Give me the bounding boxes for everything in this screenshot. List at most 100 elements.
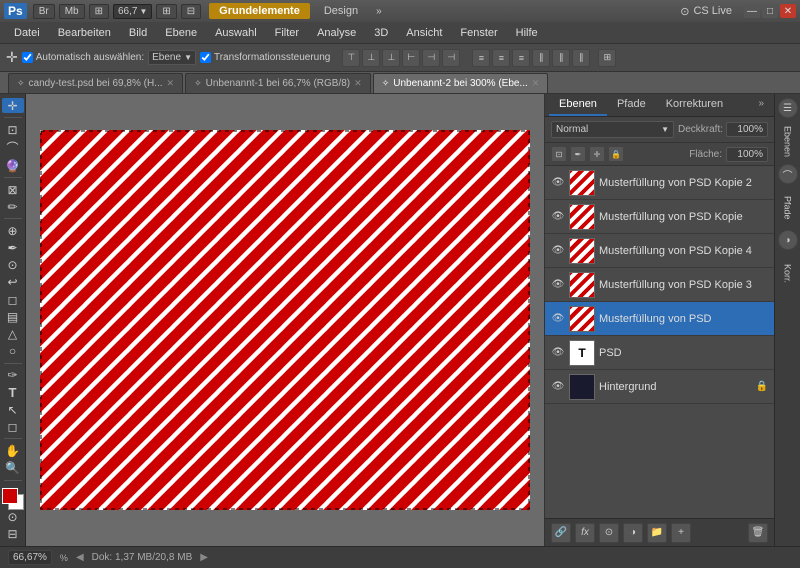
layer-item-0[interactable]: 👁 Musterfüllung von PSD Kopie 2 xyxy=(545,166,774,200)
quick-select-tool[interactable]: 🔮 xyxy=(2,158,24,173)
clone-tool[interactable]: ⊙ xyxy=(2,258,24,273)
dock-ebenen-btn[interactable]: Ebenen xyxy=(777,122,799,162)
menu-datei[interactable]: Datei xyxy=(6,25,48,41)
layer-item-4[interactable]: 👁 Musterfüllung von PSD xyxy=(545,302,774,336)
grundelemente-btn[interactable]: Grundelemente xyxy=(209,3,310,19)
menu-bild[interactable]: Bild xyxy=(121,25,155,41)
align-vcenter-icon[interactable]: ⊥ xyxy=(362,49,380,67)
tab-0[interactable]: ✧ candy-test.psd bei 69,8% (H... ✕ xyxy=(8,73,183,93)
group-btn[interactable]: 📁 xyxy=(647,523,667,543)
icon-box-2[interactable]: ⊞ xyxy=(156,4,176,19)
layer-4-eye[interactable]: 👁 xyxy=(551,312,565,326)
layer-2-eye[interactable]: 👁 xyxy=(551,244,565,258)
dock-pfade-btn[interactable]: Pfade xyxy=(777,188,799,228)
layer-item-1[interactable]: 👁 Musterfüllung von PSD Kopie xyxy=(545,200,774,234)
minimize-btn[interactable]: — xyxy=(744,4,760,18)
status-zoom-input[interactable]: 66,67% xyxy=(8,550,52,565)
dist-left-icon[interactable]: ∥ xyxy=(532,49,550,67)
blend-mode-dropdown[interactable]: Normal ▼ xyxy=(551,121,674,138)
tab-2-close[interactable]: ✕ xyxy=(532,78,540,89)
foreground-color[interactable] xyxy=(2,488,18,504)
link-layers-btn[interactable]: 🔗 xyxy=(551,523,571,543)
new-layer-btn[interactable]: + xyxy=(671,523,691,543)
path-select-tool[interactable]: ↖ xyxy=(2,402,24,417)
lock-transparent-icon[interactable]: ⊡ xyxy=(551,146,567,162)
icon-box-3[interactable]: ⊟ xyxy=(181,4,201,19)
fill-value[interactable]: 100% xyxy=(726,147,768,162)
menu-hilfe[interactable]: Hilfe xyxy=(508,25,546,41)
fx-btn[interactable]: fx xyxy=(575,523,595,543)
gradient-tool[interactable]: ▤ xyxy=(2,309,24,324)
crop-tool[interactable]: ⊠ xyxy=(2,182,24,197)
layer-6-eye[interactable]: 👁 xyxy=(551,380,565,394)
brush-tool[interactable]: ✒ xyxy=(2,240,24,255)
auto-select-dropdown[interactable]: Ebene ▼ xyxy=(148,50,196,65)
dodge-tool[interactable]: ○ xyxy=(2,344,24,359)
pen-tool[interactable]: ✑ xyxy=(2,368,24,383)
more-btn[interactable]: » xyxy=(372,4,386,19)
dist-vcenter-icon[interactable]: ≡ xyxy=(492,49,510,67)
shape-tool[interactable]: ◻ xyxy=(2,419,24,434)
marquee-tool[interactable]: ⊡ xyxy=(2,122,24,137)
align-right-icon[interactable]: ⊣ xyxy=(442,49,460,67)
menu-bearbeiten[interactable]: Bearbeiten xyxy=(50,25,119,41)
icon-box-1[interactable]: ⊞ xyxy=(89,4,109,19)
history-tool[interactable]: ↩ xyxy=(2,275,24,290)
move-tool[interactable]: ✛ xyxy=(2,98,24,113)
hand-tool[interactable]: ✋ xyxy=(2,443,24,458)
menu-ansicht[interactable]: Ansicht xyxy=(398,25,450,41)
align-hcenter-icon[interactable]: ⊣ xyxy=(422,49,440,67)
dist-bottom-icon[interactable]: ≡ xyxy=(512,49,530,67)
layer-item-6[interactable]: 👁 Hintergrund 🔒 xyxy=(545,370,774,404)
lasso-tool[interactable]: ⌒ xyxy=(2,139,24,156)
align-bottom-icon[interactable]: ⊥ xyxy=(382,49,400,67)
menu-filter[interactable]: Filter xyxy=(267,25,307,41)
tab-1-close[interactable]: ✕ xyxy=(354,78,362,89)
panel-tab-korrekturen[interactable]: Korrekturen xyxy=(656,94,733,116)
design-btn[interactable]: Design xyxy=(314,3,368,19)
quick-mask-btn[interactable]: ⊙ xyxy=(2,510,24,525)
layer-3-eye[interactable]: 👁 xyxy=(551,278,565,292)
dist-top-icon[interactable]: ≡ xyxy=(472,49,490,67)
color-boxes[interactable] xyxy=(2,488,24,503)
transform-checkbox[interactable]: Transformationssteuerung xyxy=(200,52,330,63)
blur-tool[interactable]: △ xyxy=(2,326,24,341)
lock-all-icon[interactable]: 🔒 xyxy=(608,146,624,162)
align-left-icon[interactable]: ⊢ xyxy=(402,49,420,67)
dist-right-icon[interactable]: ∥ xyxy=(572,49,590,67)
panel-tab-ebenen[interactable]: Ebenen xyxy=(549,94,607,116)
layer-item-3[interactable]: 👁 Musterfüllung von PSD Kopie 3 xyxy=(545,268,774,302)
close-btn[interactable]: ✕ xyxy=(780,4,796,18)
lock-pixels-icon[interactable]: ✒ xyxy=(570,146,586,162)
zoom-tool[interactable]: 🔍 xyxy=(2,460,24,475)
panel-tab-pfade[interactable]: Pfade xyxy=(607,94,656,116)
dock-korrekturen-btn[interactable]: Korr. xyxy=(777,254,799,294)
type-tool[interactable]: T xyxy=(2,385,24,400)
screen-mode-btn[interactable]: ⊟ xyxy=(2,527,24,542)
bridge-btn[interactable]: Br xyxy=(33,4,55,19)
layer-item-5[interactable]: 👁 T PSD xyxy=(545,336,774,370)
menu-analyse[interactable]: Analyse xyxy=(309,25,364,41)
layer-1-eye[interactable]: 👁 xyxy=(551,210,565,224)
menu-fenster[interactable]: Fenster xyxy=(452,25,505,41)
opacity-value[interactable]: 100% xyxy=(726,122,768,137)
menu-ebene[interactable]: Ebene xyxy=(157,25,205,41)
minibr-btn[interactable]: Mb xyxy=(59,4,85,19)
eraser-tool[interactable]: ◻ xyxy=(2,292,24,307)
eyedropper-tool[interactable]: ✏ xyxy=(2,199,24,214)
panel-tab-more[interactable]: » xyxy=(752,94,770,116)
lock-position-icon[interactable]: ✛ xyxy=(589,146,605,162)
layer-item-2[interactable]: 👁 Musterfüllung von PSD Kopie 4 xyxy=(545,234,774,268)
mask-btn[interactable]: ⊙ xyxy=(599,523,619,543)
status-left-arrow[interactable]: ◀ xyxy=(76,552,84,563)
align-top-icon[interactable]: ⊤ xyxy=(342,49,360,67)
canvas-document[interactable] xyxy=(40,130,530,510)
tab-1[interactable]: ✧ Unbenannt-1 bei 66,7% (RGB/8) ✕ xyxy=(185,73,371,93)
tab-2[interactable]: ✧ Unbenannt-2 bei 300% (Ebe... ✕ xyxy=(373,73,549,93)
tab-0-close[interactable]: ✕ xyxy=(167,78,175,89)
auto-select-input[interactable] xyxy=(22,52,33,63)
adjustment-btn[interactable]: ◑ xyxy=(623,523,643,543)
layer-5-eye[interactable]: 👁 xyxy=(551,346,565,360)
transform-input[interactable] xyxy=(200,52,211,63)
layer-0-eye[interactable]: 👁 xyxy=(551,176,565,190)
